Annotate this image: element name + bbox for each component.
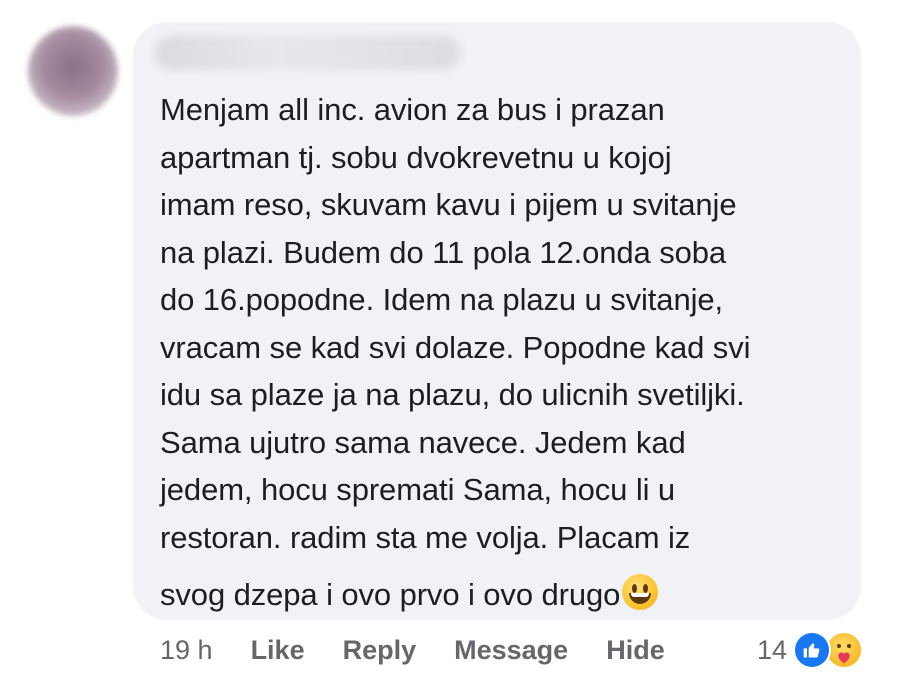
avatar[interactable]	[28, 26, 118, 116]
comment-last-line: svog dzepa i ovo prvo i ovo drugo	[160, 571, 845, 619]
comment-container: Menjam all inc. avion za bus i prazan ap…	[0, 0, 900, 690]
comment-line: Sama ujutro sama navece. Jedem kad	[160, 424, 686, 460]
comment-line: idu sa plaze ja na plazu, do ulicnih sve…	[160, 377, 745, 412]
comment-line: svog dzepa i ovo prvo i ovo drugo	[160, 577, 621, 612]
like-reaction-icon	[793, 631, 832, 669]
comment-actions: 19 h Like Reply Message Hide	[160, 632, 703, 668]
comment-line: Menjam all inc. avion za bus i prazan	[160, 92, 665, 127]
comment-line: vracam se kad svi dolaze. Popodne kad sv…	[160, 329, 751, 365]
heart-icon	[838, 652, 850, 664]
reactions-summary[interactable]: 14	[757, 630, 864, 670]
comment-line: apartman tj. sobu dvokrevetnu u kojoj	[160, 139, 672, 175]
grinning-face-emoji-icon	[622, 574, 659, 610]
thumbs-up-icon	[803, 643, 820, 658]
reaction-count: 14	[757, 634, 788, 665]
comment-line: na plazi. Budem do 11 pola 12.onda soba	[160, 234, 727, 270]
comment-line: imam reso, skuvam kavu i pijem u svitanj…	[160, 187, 737, 222]
author-name-blurred[interactable]	[155, 36, 460, 70]
comment-line: restoran. radim sta me volja. Placam iz	[160, 519, 691, 555]
like-button[interactable]: Like	[251, 635, 305, 666]
comment-line: jedem, hocu spremati Sama, hocu li u	[160, 472, 676, 507]
comment-text: Menjam all inc. avion za bus i prazan ap…	[160, 86, 845, 619]
timestamp[interactable]: 19 h	[160, 635, 213, 666]
reply-button[interactable]: Reply	[343, 635, 417, 666]
comment-line: do 16.popodne. Idem na plazu u svitanje,	[160, 282, 724, 317]
message-button[interactable]: Message	[454, 635, 568, 666]
hide-button[interactable]: Hide	[606, 635, 665, 666]
